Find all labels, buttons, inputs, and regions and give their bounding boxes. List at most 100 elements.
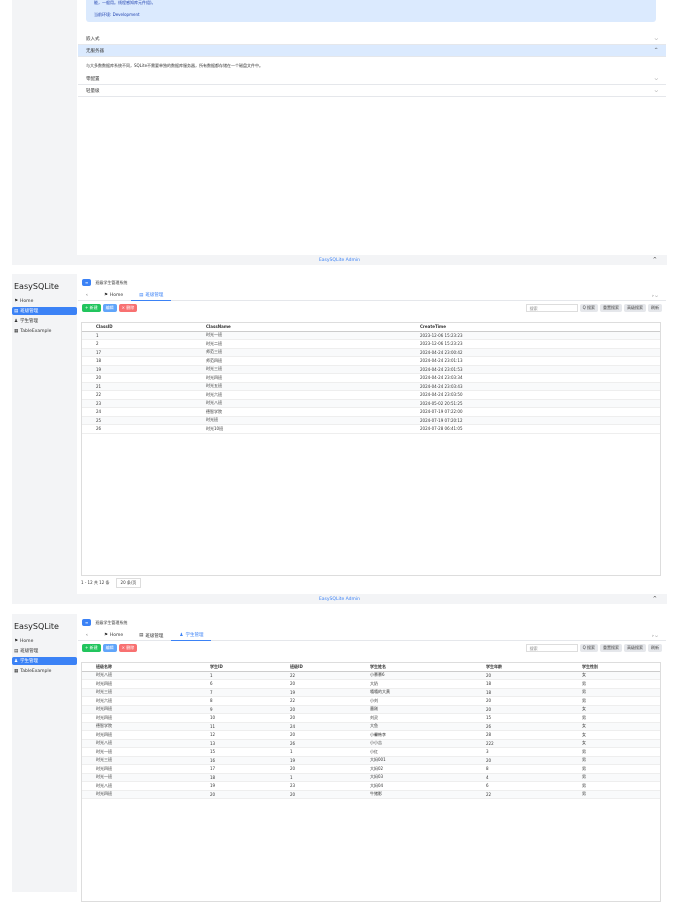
menu-class[interactable]: ▤ 班级管理 (12, 647, 77, 655)
advanced-search-button[interactable]: 高级搜索 (624, 304, 646, 312)
chevron-up-icon[interactable]: ^ (653, 257, 657, 263)
table-cell: 22 (96, 392, 102, 398)
table-row[interactable]: 时光三班 16 19 大妈001 20 男 (82, 756, 660, 765)
table-row[interactable]: 25 时光班 2024-07-19 07:20:12 (82, 416, 660, 425)
tab-prev-icon[interactable]: ‹ (78, 633, 96, 638)
menu-home[interactable]: ⚑ Home (12, 297, 77, 305)
table-cell: 大鱼 (370, 723, 378, 729)
menu-table[interactable]: ▦ TableExample (12, 667, 77, 675)
table-cell: 8 (486, 766, 489, 772)
chevron-up-icon[interactable]: ^ (653, 596, 657, 602)
footer-2: EasySQLite Admin ^ (12, 594, 667, 604)
menu-home[interactable]: ⚑ Home (12, 637, 77, 645)
tab-class[interactable]: ▤ 班级管理 (131, 291, 172, 301)
edit-button[interactable]: 编辑 (102, 304, 117, 312)
table-row[interactable]: 24 德智学院 2024-07-19 07:22:00 (82, 408, 660, 417)
accordion-lightweight[interactable]: 轻量级 ⌵ (78, 85, 666, 97)
table-cell: 26 (486, 723, 492, 729)
table-row[interactable]: 时光四班 9 20 墨刚 20 女 (82, 705, 660, 714)
table-cell: 20 (486, 706, 492, 712)
table-row[interactable]: 时光四班 12 20 小馨韩李 28 女 (82, 731, 660, 740)
tab-next-icon[interactable]: › ⌵ (652, 293, 666, 298)
table-cell: 男 (582, 748, 586, 754)
table-row[interactable]: 时光三班 7 19 嘻嘻的大黄 18 男 (82, 688, 660, 697)
table-cell: 时光四班 (96, 731, 112, 737)
table-row[interactable]: 1 时光一班 2023-12-06 15:23:23 (82, 331, 660, 340)
accordion-serverless[interactable]: 无服务器 ^ (78, 45, 666, 57)
chevron-down-icon: ⌵ (654, 36, 658, 42)
table-row[interactable]: 21 时光五班 2024-04-24 23:03:43 (82, 382, 660, 391)
menu-toggle-icon[interactable]: ≡ (82, 279, 92, 286)
table-cell: 大妈001 (370, 757, 386, 763)
table-cell: 女 (582, 723, 586, 729)
table-cell: 2024-07-28 06:41:05 (420, 426, 463, 432)
search-button[interactable]: Q 搜索 (579, 304, 598, 312)
table-cell: 刘灵 (370, 714, 378, 720)
table-row[interactable]: 23 时光八班 2024-05-02 20:51:25 (82, 399, 660, 408)
menu-class[interactable]: ▤ 班级管理 (12, 307, 77, 315)
table-cell: 小小吉 (370, 740, 382, 746)
edit-button[interactable]: 编辑 (102, 644, 117, 652)
table-row[interactable]: 19 时光三班 2024-04-24 23:01:53 (82, 365, 660, 374)
table-cell: 20 (290, 766, 296, 772)
refresh-button[interactable]: 刷新 (648, 304, 662, 312)
tab-home[interactable]: ⚑ Home (96, 293, 131, 298)
delete-button[interactable]: × 删除 (118, 644, 138, 652)
table-cell: 男 (582, 697, 586, 703)
reset-button[interactable]: 重置搜索 (600, 644, 622, 652)
tab-student[interactable]: ♟ 学生管理 (171, 631, 212, 641)
menu-student[interactable]: ♟ 学生管理 (12, 657, 77, 665)
menu-student[interactable]: ♟ 学生管理 (12, 317, 77, 325)
table-row[interactable]: 时光四班 6 20 大奶 18 男 (82, 680, 660, 689)
refresh-button[interactable]: 刷新 (648, 644, 662, 652)
table-row[interactable]: 2 时光二班 2023-12-06 15:23:23 (82, 340, 660, 349)
menu-toggle-icon[interactable]: ≡ (82, 619, 92, 626)
tab-next-icon[interactable]: › ⌵ (652, 633, 666, 638)
table-cell: 20 (486, 672, 492, 678)
table-cell: 20 (290, 681, 296, 687)
table-row[interactable]: 时光四班 17 20 大妈02 8 男 (82, 765, 660, 774)
table-row[interactable]: 时光四班 10 20 刘灵 15 男 (82, 714, 660, 723)
advanced-search-button[interactable]: 高级搜索 (624, 644, 646, 652)
add-button[interactable]: + 新建 (82, 304, 101, 312)
reset-button[interactable]: 重置搜索 (600, 304, 622, 312)
accordion-embedded[interactable]: 嵌入式 ⌵ (78, 33, 666, 45)
table-cell: 小红 (370, 748, 378, 754)
table-row[interactable]: 时光六班 8 22 小刘 20 男 (82, 697, 660, 706)
table-row[interactable]: 17 师范三班 2024-04-24 23:00:42 (82, 348, 660, 357)
about-panel: 能，一般用。线程感知库元件组)。 当前环境: Development 嵌入式 ⌵ … (78, 0, 666, 255)
table-row[interactable]: 时光一班 18 1 大妈03 4 男 (82, 773, 660, 782)
table-cell: 2024-04-24 23:03:50 (420, 392, 463, 398)
table-cell: 12 (210, 732, 216, 738)
tab-home[interactable]: ⚑ Home (96, 633, 131, 638)
column-header: 学生性别 (582, 663, 598, 669)
table-row[interactable]: 时光八班 13 26 小小吉 222 女 (82, 739, 660, 748)
table-cell: 22 (486, 791, 492, 797)
search-input[interactable]: 搜索 (525, 304, 578, 312)
page-size-select[interactable]: 20 条/页 (115, 578, 142, 588)
table-cell: 26 (290, 740, 296, 746)
search-input[interactable]: 搜索 (525, 644, 578, 652)
table-row[interactable]: 20 时光四班 2024-04-24 23:03:34 (82, 374, 660, 383)
table-cell: 师范三班 (206, 349, 222, 355)
table-cell: 8 (210, 698, 213, 704)
table-row[interactable]: 26 时光10班 2024-07-28 06:41:05 (82, 425, 660, 434)
table-row[interactable]: 时光八班 19 23 大妈04 6 男 (82, 782, 660, 791)
table-row[interactable]: 18 师范四班 2024-04-24 23:01:13 (82, 357, 660, 366)
search-button[interactable]: Q 搜索 (579, 644, 598, 652)
tab-class[interactable]: ▤ 班级管理 (131, 633, 171, 639)
table-row[interactable]: 时光四班 20 20 牛猪影 22 男 (82, 790, 660, 799)
tab-prev-icon[interactable]: ‹ (78, 293, 96, 298)
table-row[interactable]: 22 时光六班 2024-04-24 23:03:50 (82, 391, 660, 400)
table-cell: 19 (96, 366, 102, 372)
table-cell: 2023-12-06 15:23:23 (420, 341, 463, 347)
delete-button[interactable]: × 删除 (118, 304, 138, 312)
menu-table[interactable]: ▦ TableExample (12, 327, 77, 335)
table-row[interactable]: 时光一班 15 1 小红 3 男 (82, 748, 660, 757)
table-cell: 17 (96, 349, 102, 355)
table-row[interactable]: 时光八班 1 22 小慕慕6 20 女 (82, 671, 660, 680)
add-button[interactable]: + 新建 (82, 644, 101, 652)
accordion-zero-config[interactable]: 零配置 ⌵ (78, 73, 666, 85)
table-cell: 时光八班 (96, 672, 112, 678)
table-row[interactable]: 德智学院 11 24 大鱼 26 女 (82, 722, 660, 731)
